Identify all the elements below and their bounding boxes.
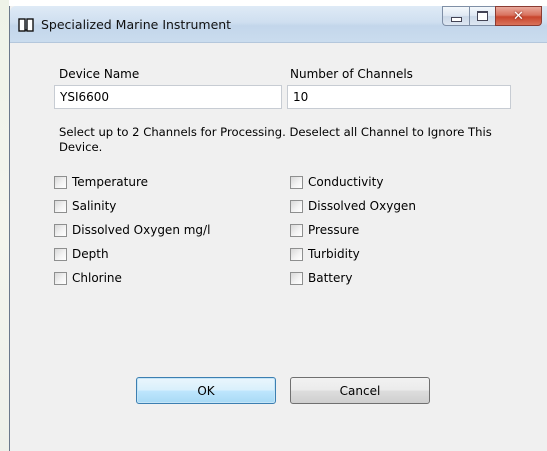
checkbox-box[interactable] — [54, 247, 67, 261]
channel-label: Temperature — [72, 175, 149, 189]
window-title: Specialized Marine Instrument — [41, 17, 232, 32]
channel-label: Dissolved Oxygen — [308, 199, 416, 213]
checkbox-box[interactable] — [54, 175, 67, 189]
channel-label: Dissolved Oxygen mg/l — [72, 223, 211, 237]
desktop-background — [0, 0, 9, 451]
channels-count-field[interactable] — [287, 85, 511, 109]
close-icon: ✕ — [513, 8, 524, 24]
channel-checkbox-battery[interactable]: Battery — [290, 271, 352, 285]
checkbox-box[interactable] — [290, 271, 303, 285]
checkbox-box[interactable] — [290, 175, 303, 189]
channel-checkbox-dissolved-oxygen-mgl[interactable]: Dissolved Oxygen mg/l — [54, 223, 210, 237]
channel-label: Depth — [72, 247, 109, 261]
channel-label: Salinity — [72, 199, 117, 213]
channel-label: Turbidity — [308, 247, 360, 261]
channel-label: Pressure — [308, 223, 360, 237]
checkbox-box[interactable] — [54, 271, 67, 285]
instruction-text: Select up to 2 Channels for Processing. … — [59, 125, 492, 139]
instruction-text-cont: Device. — [59, 140, 103, 154]
cancel-button[interactable]: Cancel — [290, 377, 430, 404]
checkbox-box[interactable] — [290, 247, 303, 261]
checkbox-box[interactable] — [54, 223, 67, 237]
channel-checkbox-dissolved-oxygen[interactable]: Dissolved Oxygen — [290, 199, 416, 213]
channels-count-label: Number of Channels — [290, 67, 413, 81]
channel-checkbox-depth[interactable]: Depth — [54, 247, 109, 261]
channel-checkbox-chlorine[interactable]: Chlorine — [54, 271, 122, 285]
ok-button[interactable]: OK — [136, 377, 276, 404]
channel-checkbox-temperature[interactable]: Temperature — [54, 175, 148, 189]
channel-checkbox-conductivity[interactable]: Conductivity — [290, 175, 383, 189]
channel-checkbox-turbidity[interactable]: Turbidity — [290, 247, 360, 261]
caption-buttons: ✕ — [442, 6, 542, 26]
checkbox-box[interactable] — [290, 199, 303, 213]
channel-label: Conductivity — [308, 175, 384, 189]
minimize-button[interactable] — [442, 6, 469, 26]
book-icon — [18, 18, 34, 32]
channel-checkbox-pressure[interactable]: Pressure — [290, 223, 359, 237]
checkbox-box[interactable] — [290, 223, 303, 237]
close-button[interactable]: ✕ — [495, 6, 542, 26]
channel-label: Battery — [308, 271, 353, 285]
channel-label: Chlorine — [72, 271, 122, 285]
maximize-icon — [477, 11, 488, 21]
title-bar[interactable]: Specialized Marine Instrument ✕ — [10, 6, 547, 43]
checkbox-box[interactable] — [54, 199, 67, 213]
channel-checkbox-salinity[interactable]: Salinity — [54, 199, 116, 213]
device-name-field[interactable] — [54, 85, 282, 109]
device-name-label: Device Name — [59, 67, 140, 81]
minimize-icon — [450, 16, 462, 22]
maximize-button[interactable] — [469, 6, 496, 26]
dialog-window: Specialized Marine Instrument ✕ Device N… — [9, 6, 547, 451]
